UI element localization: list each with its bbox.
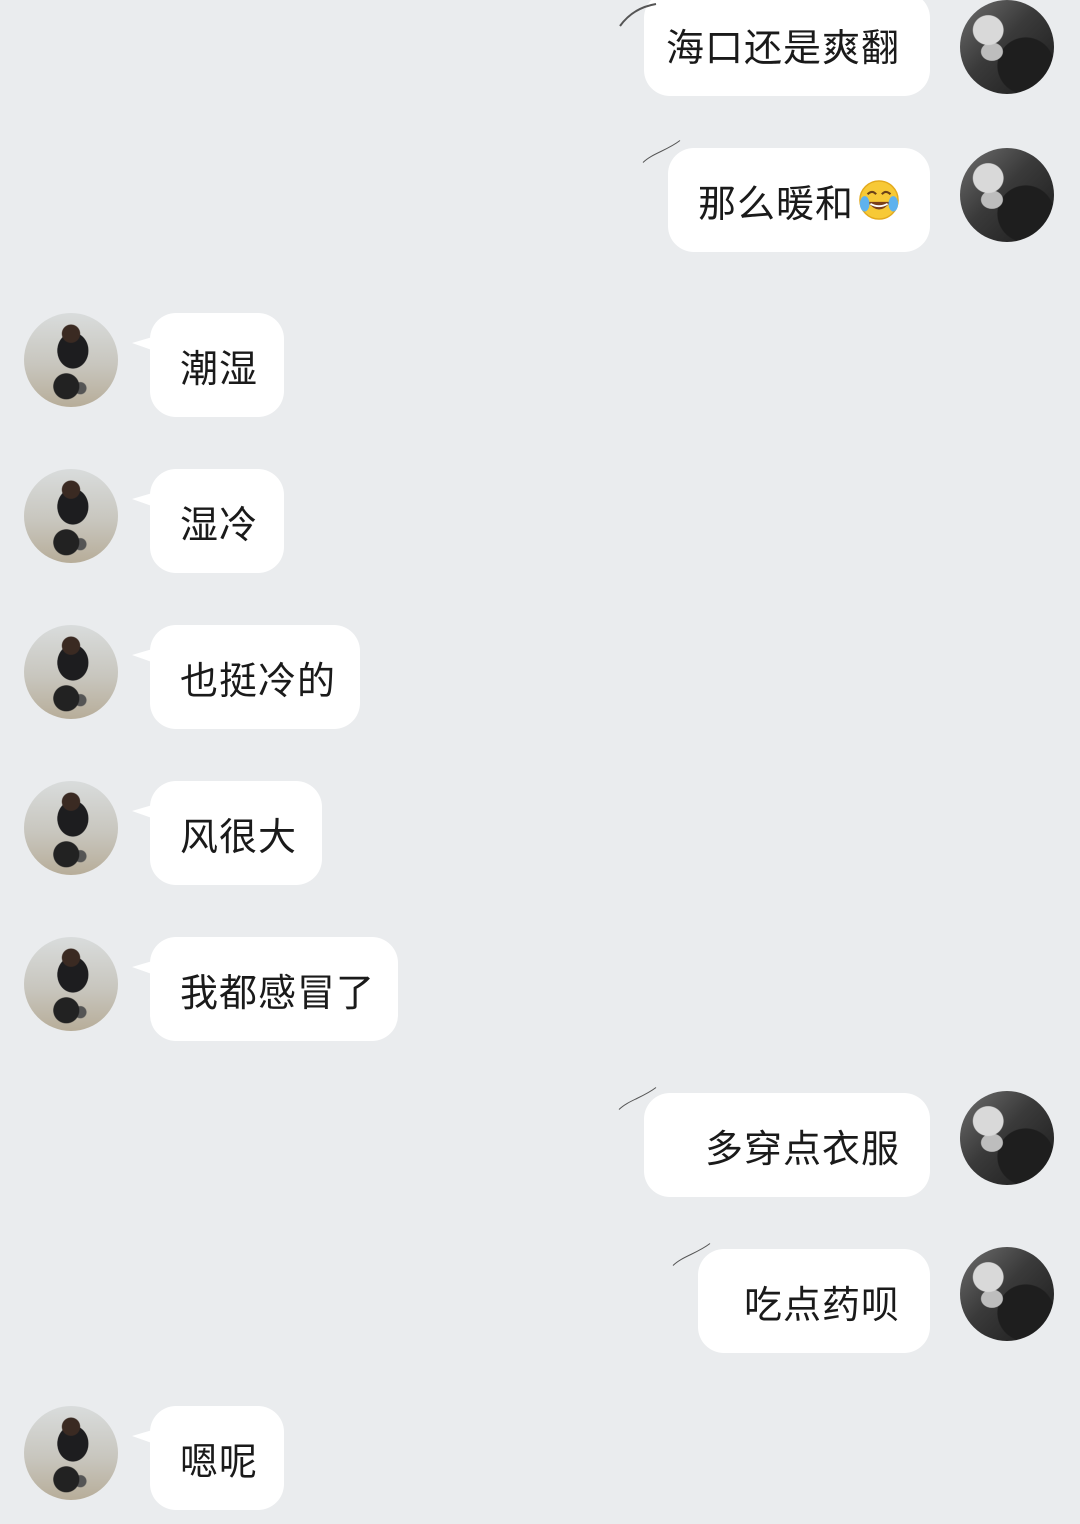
- message-bubble[interactable]: 多穿点衣服: [644, 1093, 930, 1197]
- chat-message-incoming: 湿冷: [0, 469, 1080, 579]
- message-text: 我都感冒了: [180, 970, 376, 1015]
- message-text: 风很大: [180, 814, 298, 859]
- message-bubble[interactable]: 风很大: [150, 781, 322, 885]
- message-text: 那么暖和: [698, 181, 855, 226]
- chat-message-incoming: 潮湿: [0, 313, 1080, 423]
- chat-message-outgoing: 吃点药呗: [0, 1243, 1080, 1359]
- avatar[interactable]: [960, 148, 1054, 242]
- message-bubble[interactable]: 湿冷: [150, 469, 284, 573]
- message-text: 海口还是爽翻: [665, 25, 900, 70]
- message-text: 多穿点衣服: [704, 1126, 900, 1171]
- chat-message-outgoing: 那么暖和: [0, 140, 1080, 258]
- chat-message-outgoing: 多穿点衣服: [0, 1087, 1080, 1203]
- bubble-tail-icon: [618, 1087, 657, 1110]
- avatar[interactable]: [24, 625, 118, 719]
- chat-message-incoming: 嗯呢: [0, 1406, 1080, 1516]
- message-bubble[interactable]: 我都感冒了: [150, 937, 398, 1041]
- message-bubble[interactable]: 嗯呢: [150, 1406, 284, 1510]
- avatar[interactable]: [24, 937, 118, 1031]
- message-text: 也挺冷的: [180, 658, 337, 703]
- chat-message-incoming: 风很大: [0, 781, 1080, 891]
- avatar[interactable]: [24, 469, 118, 563]
- chat-message-incoming: 我都感冒了: [0, 937, 1080, 1047]
- avatar[interactable]: [960, 1247, 1054, 1341]
- tears-of-joy-emoji-icon: [859, 180, 899, 220]
- avatar[interactable]: [24, 1406, 118, 1500]
- message-text: 嗯呢: [180, 1439, 259, 1484]
- message-bubble[interactable]: 吃点药呗: [698, 1249, 930, 1353]
- message-text: 湿冷: [180, 502, 259, 547]
- bubble-tail-icon: [672, 1243, 711, 1266]
- message-text: 潮湿: [180, 346, 259, 391]
- avatar[interactable]: [960, 0, 1054, 94]
- message-text: 吃点药呗: [743, 1282, 900, 1327]
- chat-message-incoming: 也挺冷的: [0, 625, 1080, 735]
- chat-message-outgoing: 海口还是爽翻: [0, 0, 1080, 102]
- message-bubble[interactable]: 潮湿: [150, 313, 284, 417]
- bubble-tail-icon: [642, 140, 681, 163]
- message-bubble[interactable]: 也挺冷的: [150, 625, 360, 729]
- avatar[interactable]: [960, 1091, 1054, 1185]
- bubble-tail-icon: [619, 3, 657, 27]
- message-bubble[interactable]: 海口还是爽翻: [644, 0, 930, 96]
- chat-message-list[interactable]: 海口还是爽翻 那么暖和 潮湿 湿冷 也挺冷的 风很大 我都感冒了 多穿点衣服 吃…: [0, 0, 1080, 1524]
- avatar[interactable]: [24, 781, 118, 875]
- avatar[interactable]: [24, 313, 118, 407]
- message-bubble[interactable]: 那么暖和: [668, 148, 930, 252]
